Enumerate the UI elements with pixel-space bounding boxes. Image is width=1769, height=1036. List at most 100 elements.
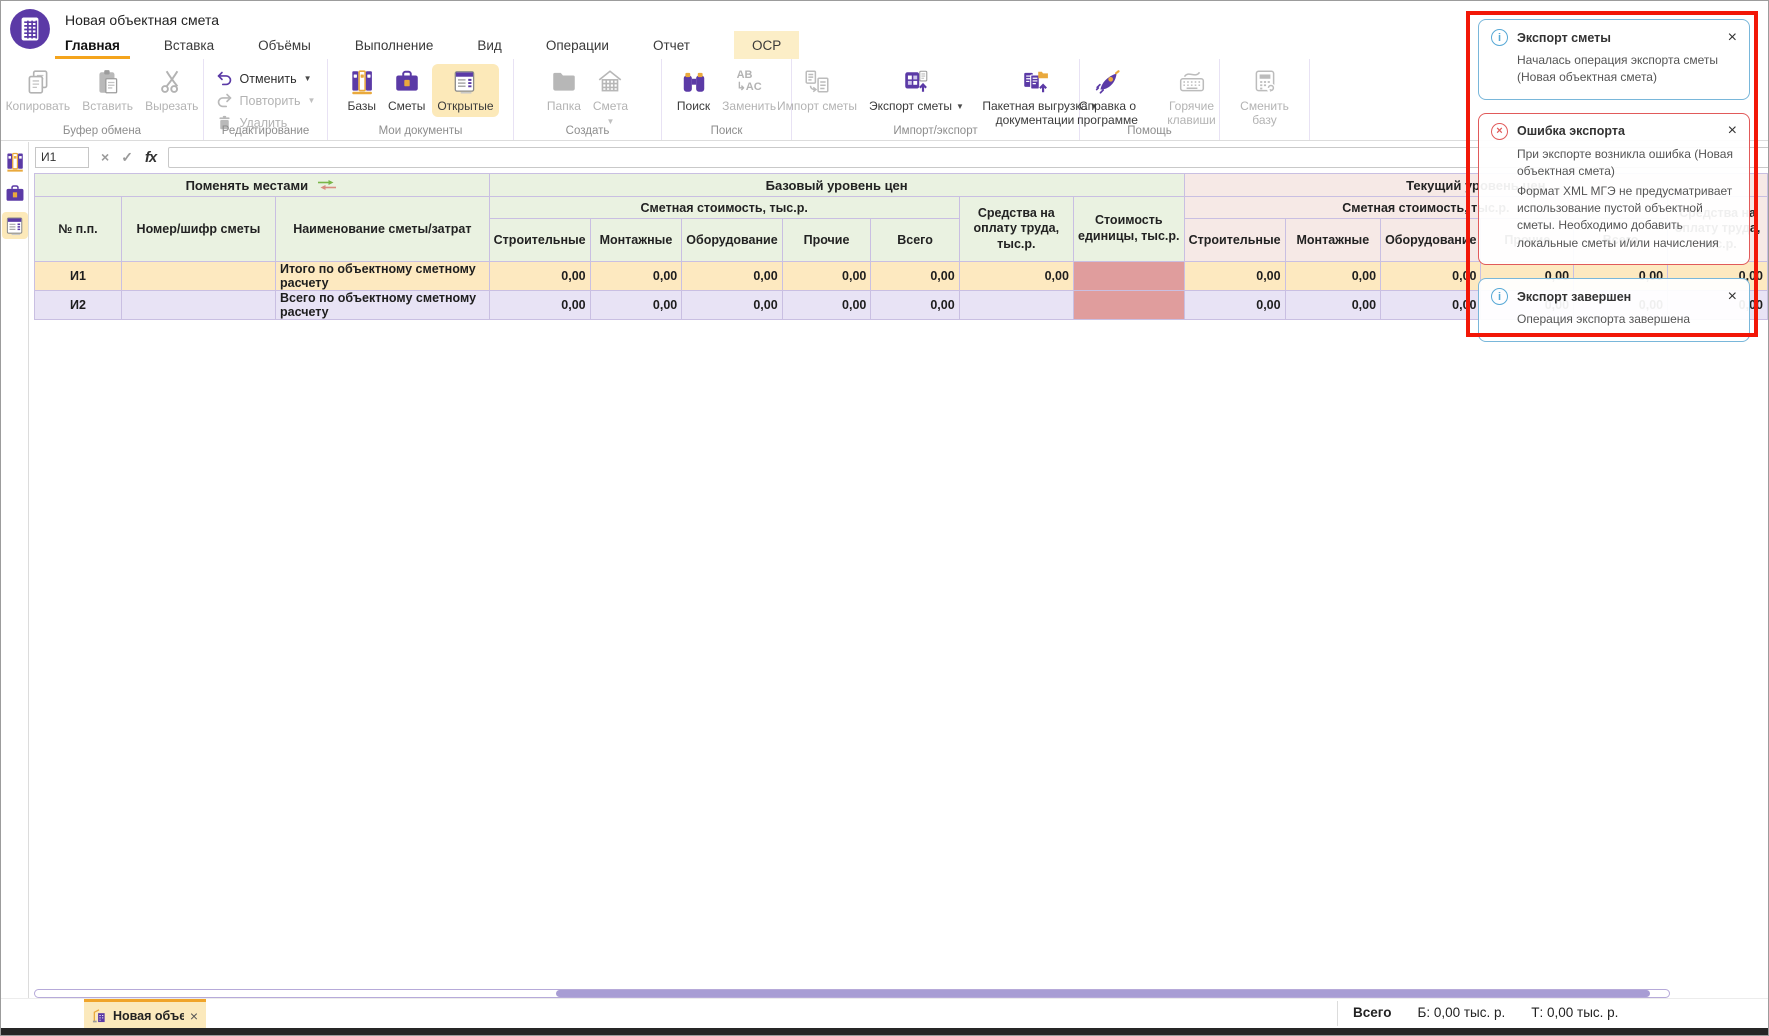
cell-num[interactable]: И1 — [35, 262, 122, 291]
button-label: Сметы — [388, 100, 425, 114]
function-icon[interactable]: fx — [145, 149, 156, 166]
export-estimate-button[interactable]: Экспорт сметы ▼ — [864, 64, 969, 117]
paste-button[interactable]: Вставить — [77, 64, 138, 117]
sidebar-item-bases[interactable] — [2, 148, 28, 175]
close-icon[interactable]: × — [1728, 123, 1737, 139]
tab-glavnaya[interactable]: Главная — [65, 31, 120, 59]
import-estimate-button[interactable]: Импорт сметы — [772, 64, 862, 117]
chevron-down-icon[interactable]: ▼ — [304, 74, 312, 83]
new-estimate-button[interactable]: Смета ▼ — [588, 64, 633, 129]
cell-value[interactable]: 0,00 — [1285, 262, 1380, 291]
cell-unit-cost-error[interactable] — [1073, 291, 1184, 320]
ribbon-group-label: Буфер обмена — [1, 125, 203, 137]
tab-obyomy[interactable]: Объёмы — [258, 31, 311, 59]
briefcase-icon — [4, 183, 26, 205]
cell-value[interactable]: 0,00 — [590, 262, 682, 291]
paste-icon — [94, 67, 122, 97]
col-header-code: Номер/шифр сметы — [121, 197, 275, 262]
button-label: Открытые — [437, 100, 493, 114]
cell-value[interactable]: 0,00 — [489, 291, 590, 320]
error-icon: × — [1491, 123, 1508, 140]
cell-value[interactable]: 0,00 — [1381, 262, 1481, 291]
swap-columns-header[interactable]: Поменять местами — [35, 174, 490, 197]
document-tab[interactable]: Новая объектная... × — [84, 999, 206, 1029]
change-database-icon — [1251, 67, 1279, 97]
tab-vstavka[interactable]: Вставка — [164, 31, 214, 59]
close-icon[interactable]: × — [1728, 30, 1737, 46]
opened-button[interactable]: Открытые — [432, 64, 498, 117]
close-icon[interactable]: × — [1728, 289, 1737, 305]
button-label: Сменить базу — [1229, 100, 1301, 128]
bases-button[interactable]: Базы — [342, 64, 381, 117]
cell-code[interactable] — [121, 291, 275, 320]
button-label: Отменить — [240, 72, 297, 86]
cell-value[interactable]: 0,00 — [782, 291, 871, 320]
status-divider — [1337, 1001, 1338, 1026]
document-tab-label: Новая объектная... — [113, 1009, 184, 1023]
cell-value[interactable]: 0,00 — [590, 291, 682, 320]
status-bar: Всего Б: 0,00 тыс. р. Т: 0,00 тыс. р. — [1353, 1005, 1618, 1020]
scrollbar-thumb[interactable] — [556, 990, 1650, 997]
sidebar-item-estimates[interactable] — [2, 180, 28, 207]
cell-value[interactable]: 0,00 — [871, 291, 959, 320]
cell-reference-box[interactable]: И1 — [35, 147, 89, 168]
status-current-value: Т: 0,00 тыс. р. — [1531, 1005, 1618, 1020]
cell-unit-cost-error[interactable] — [1073, 262, 1184, 291]
tab-osr[interactable]: ОСР — [734, 31, 799, 59]
window-title: Новая объектная смета — [65, 12, 219, 28]
tab-vid[interactable]: Вид — [477, 31, 501, 59]
ribbon-group-clipboard: Копировать Вставить Вырезать Буфер обмен… — [1, 59, 204, 140]
toast-export-error: × Ошибка экспорта × При экспорте возникл… — [1478, 113, 1750, 265]
cell-value[interactable]: 0,00 — [871, 262, 959, 291]
cancel-entry-icon[interactable]: × — [101, 149, 109, 165]
button-label: Горячие клавиши — [1156, 100, 1228, 128]
info-icon: i — [1491, 288, 1508, 305]
sidebar-item-opened[interactable] — [2, 212, 28, 239]
about-button[interactable]: Справка о программе — [1067, 64, 1149, 131]
chevron-down-icon[interactable]: ▼ — [308, 96, 316, 105]
cell-value[interactable]: 0,00 — [1184, 291, 1285, 320]
folder-button[interactable]: Папка — [542, 64, 586, 117]
scissors-icon — [158, 67, 186, 97]
cell-value[interactable]: 0,00 — [1381, 291, 1481, 320]
button-label: Базы — [347, 100, 376, 114]
cell-name[interactable]: Итого по объектному сметному расчету — [275, 262, 489, 291]
estimates-button[interactable]: Сметы — [383, 64, 430, 117]
cell-value[interactable]: 0,00 — [959, 262, 1073, 291]
cell-value[interactable]: 0,00 — [682, 262, 782, 291]
horizontal-scrollbar[interactable] — [34, 989, 1670, 998]
cell-value[interactable]: 0,00 — [1184, 262, 1285, 291]
cut-button[interactable]: Вырезать — [140, 64, 203, 117]
undo-button[interactable]: Отменить ▼ — [216, 70, 316, 87]
close-icon[interactable]: × — [190, 1008, 198, 1024]
binoculars-icon — [680, 67, 708, 97]
chevron-down-icon[interactable]: ▼ — [956, 102, 964, 111]
cell-value[interactable]: 0,00 — [1285, 291, 1380, 320]
cell-value[interactable]: 0,00 — [489, 262, 590, 291]
col-header-construction: Строительные — [1184, 219, 1285, 262]
cell-code[interactable] — [121, 262, 275, 291]
toast-message: Началась операция экспорта сметы (Новая … — [1517, 52, 1737, 87]
cell-value[interactable]: 0,00 — [782, 262, 871, 291]
confirm-entry-icon[interactable]: ✓ — [121, 149, 133, 166]
copy-button[interactable]: Копировать — [1, 64, 76, 117]
change-database-button[interactable]: Сменить базу — [1224, 64, 1306, 131]
redo-button[interactable]: Повторить ▼ — [216, 92, 316, 109]
ribbon-tabs: Главная Вставка Объёмы Выполнение Вид Оп… — [65, 31, 799, 59]
cell-num[interactable]: И2 — [35, 291, 122, 320]
info-icon: i — [1491, 29, 1508, 46]
search-button[interactable]: Поиск — [672, 64, 715, 117]
cell-value[interactable]: 0,00 — [682, 291, 782, 320]
tab-vypolnenie[interactable]: Выполнение — [355, 31, 434, 59]
button-label: Поиск — [677, 100, 710, 114]
tab-operacii[interactable]: Операции — [546, 31, 609, 59]
button-label: Справка о программе — [1072, 100, 1144, 128]
ribbon-group-create: Папка Смета ▼ Создать — [514, 59, 662, 140]
cell-value[interactable] — [959, 291, 1073, 320]
toast-export-finished: i Экспорт завершен × Операция экспорта з… — [1478, 278, 1750, 341]
cell-name[interactable]: Всего по объектному сметному расчету — [275, 291, 489, 320]
col-header-equipment: Оборудование — [682, 219, 782, 262]
rocket-icon — [1094, 67, 1122, 97]
tab-otchet[interactable]: Отчет — [653, 31, 690, 59]
col-header-num: № п.п. — [35, 197, 122, 262]
